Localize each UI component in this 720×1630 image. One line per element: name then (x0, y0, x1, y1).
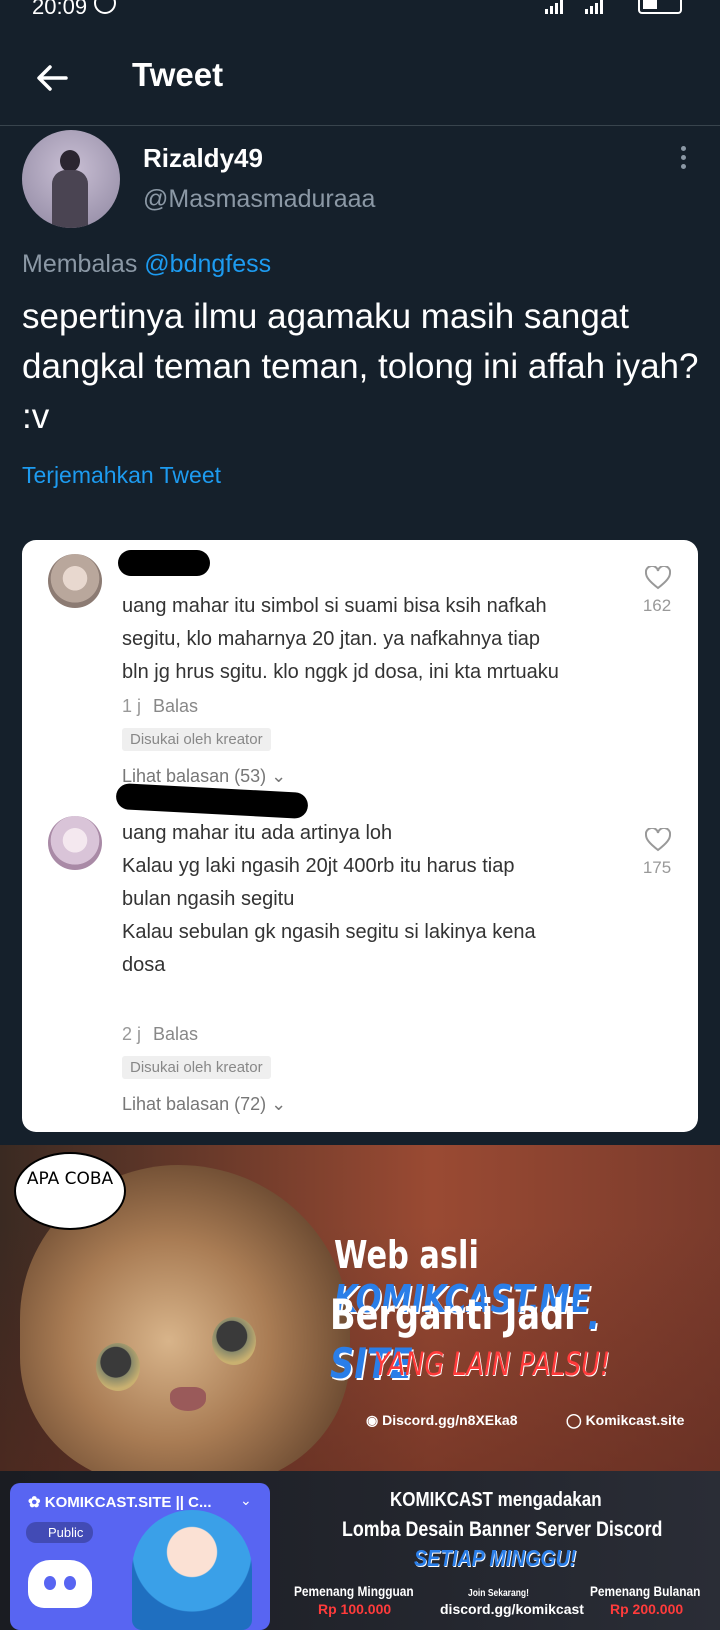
discord-server-title: ✿ KOMIKCAST.SITE || C... (28, 1494, 212, 1511)
tweet-text: sepertinya ilmu agamaku masih sangat dan… (22, 297, 699, 436)
join-link: discord.gg/komikcast (440, 1601, 584, 1617)
globe-icon: ◯ (566, 1412, 582, 1428)
chevron-down-icon: ⌄ (271, 1094, 287, 1114)
weekly-winner-label: Pemenang Mingguan (294, 1583, 414, 1599)
public-badge: Public (26, 1522, 94, 1543)
view-replies: Lihat balasan (72) ⌄ (122, 1094, 287, 1114)
speech-bubble: APA COBA (14, 1152, 126, 1230)
tweet-media-image[interactable]: uang mahar itu simbol si suami bisa ksih… (22, 540, 698, 1132)
discord-logo-icon (28, 1560, 92, 1608)
redacted-username (115, 782, 309, 820)
comment-meta: 1 j Balas (122, 696, 199, 716)
banner-discord-link: ◉ Discord.gg/n8XEka8 (366, 1412, 518, 1428)
chevron-down-icon: ⌄ (271, 766, 287, 786)
flower-icon: ✿ (28, 1494, 41, 1511)
reply-context: Membalas @bdngfess (22, 250, 271, 279)
translate-tweet-link[interactable]: Terjemahkan Tweet (22, 462, 221, 489)
comment-text: uang mahar itu simbol si suami bisa ksih… (122, 595, 559, 683)
heart-icon (645, 566, 671, 590)
page-title: Tweet (132, 56, 224, 93)
monthly-prize: Rp 200.000 (610, 1601, 684, 1617)
liked-by-creator-badge: Disukai oleh kreator (122, 1056, 271, 1079)
status-bar: 20:09 (0, 0, 720, 20)
contest-frequency: SETIAP MINGGU! (414, 1545, 577, 1571)
liked-by-creator-badge: Disukai oleh kreator (122, 728, 271, 751)
like-count: 162 (642, 596, 672, 615)
chevron-down-icon: ⌄ (240, 1492, 252, 1508)
signal-icon (585, 0, 605, 14)
signal-icon (545, 0, 565, 14)
banner-site-link: ◯ Komikcast.site (566, 1412, 685, 1428)
battery-icon (638, 0, 682, 14)
banner-warning: YANG LAIN PALSU! (374, 1345, 611, 1383)
commenter-avatar (48, 816, 102, 870)
comment-meta: 2 j Balas (122, 1024, 199, 1044)
comment-text: uang mahar itu ada artinya loh Kalau yg … (122, 822, 536, 976)
like-count: 175 (642, 858, 672, 877)
redacted-username (118, 550, 210, 576)
avatar[interactable] (22, 130, 120, 228)
weekly-prize: Rp 100.000 (318, 1601, 392, 1617)
monthly-winner-label: Pemenang Bulanan (590, 1583, 701, 1599)
top-bar: Tweet (0, 40, 720, 126)
more-options-icon[interactable] (676, 146, 690, 172)
back-arrow-icon[interactable] (32, 58, 72, 98)
status-time: 20:09 (32, 0, 88, 19)
discord-icon: ◉ (366, 1412, 379, 1428)
contest-subheadline: Lomba Desain Banner Server Discord (342, 1518, 663, 1541)
author-display-name[interactable]: Rizaldy49 (143, 143, 263, 174)
contest-headline: KOMIKCAST mengadakan (390, 1489, 602, 1511)
check-circle-icon (94, 0, 116, 14)
mascot-image (132, 1510, 252, 1630)
reply-prefix: Membalas (22, 250, 138, 278)
author-handle[interactable]: @Masmasmaduraaa (143, 185, 375, 214)
commenter-avatar (48, 554, 102, 608)
reply-mention-link[interactable]: @bdngfess (144, 250, 271, 278)
join-label: Join Sekarang! (468, 1588, 529, 1599)
heart-icon (645, 828, 671, 852)
